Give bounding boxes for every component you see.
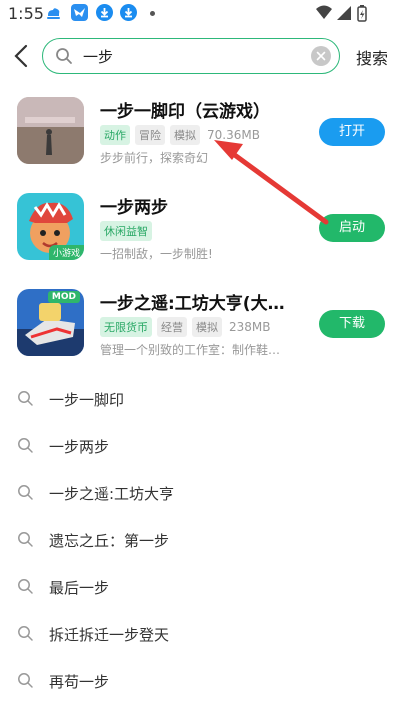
download-icon — [96, 4, 113, 21]
tag: 休闲益智 — [100, 221, 152, 241]
system-icons — [315, 4, 373, 26]
back-button[interactable] — [10, 42, 34, 70]
search-suggestions: 一步一脚印 一步两步 一步之遥:工坊大亨 遗忘之丘：第一步 最后一步 拆迁拆迁一… — [0, 378, 403, 707]
app-title[interactable]: 一步之遥:工坊大亨(大量… — [100, 289, 300, 314]
open-button[interactable]: 打开 — [319, 118, 385, 146]
app-size: 70.36MB — [207, 128, 260, 142]
app-title[interactable]: 一步一脚印（云游戏） — [100, 97, 270, 122]
suggestion-item[interactable]: 遗忘之丘：第一步 — [0, 519, 403, 566]
signal-icon — [337, 6, 351, 20]
suggestion-text: 拆迁拆迁一步登天 — [49, 626, 170, 644]
app-tags: 休闲益智 — [100, 221, 152, 241]
app-tags: 动作 冒险 模拟 70.36MB — [100, 125, 260, 145]
tag: 模拟 — [170, 125, 200, 145]
app-description: 步步前行，探索奇幻 — [100, 151, 209, 165]
tag: 经营 — [157, 317, 187, 337]
tag: 冒险 — [135, 125, 165, 145]
suggestion-item[interactable]: 再苟一步 — [0, 660, 403, 707]
app-result[interactable]: MOD 一步之遥:工坊大亨(大量… 无限货币 经营 模拟 238MB 管理一个别… — [0, 289, 403, 379]
search-icon — [17, 437, 34, 458]
status-time: 1:55 — [8, 4, 44, 23]
suggestion-text: 一步之遥:工坊大亨 — [49, 485, 175, 503]
mini-game-badge: 小游戏 — [48, 245, 84, 260]
suggestion-item[interactable]: 最后一步 — [0, 566, 403, 613]
battery-icon — [357, 5, 367, 22]
search-icon — [17, 625, 34, 646]
search-input[interactable]: 一步 — [42, 38, 340, 74]
app-tags: 无限货币 经营 模拟 238MB — [100, 317, 271, 337]
app-icon-yibuzhiyao: MOD — [17, 289, 84, 356]
search-icon — [17, 484, 34, 505]
suggestion-text: 一步两步 — [49, 438, 110, 456]
clear-search-button[interactable] — [311, 46, 331, 66]
cloud-app-icon — [45, 4, 62, 21]
launch-button[interactable]: 启动 — [319, 214, 385, 242]
app-icon-yibuyijiaoyin — [17, 97, 84, 164]
app-title[interactable]: 一步两步 — [100, 193, 168, 218]
search-icon — [17, 578, 34, 599]
download-button[interactable]: 下载 — [319, 310, 385, 338]
suggestion-text: 最后一步 — [49, 579, 110, 597]
tag: 无限货币 — [100, 317, 152, 337]
close-icon — [316, 51, 326, 61]
tag: 动作 — [100, 125, 130, 145]
app-description: 管理一个别致的工作室：制作鞋… — [100, 343, 281, 357]
search-icon — [55, 47, 73, 69]
search-icon — [17, 672, 34, 693]
app-description: 一招制敌，一步制胜! — [100, 247, 213, 261]
bird-app-icon — [71, 4, 88, 21]
download-icon — [120, 4, 137, 21]
tag: 模拟 — [192, 317, 222, 337]
app-icon-yibuliangbu: 小游戏 — [17, 193, 84, 260]
suggestion-item[interactable]: 拆迁拆迁一步登天 — [0, 613, 403, 660]
suggestion-text: 一步一脚印 — [49, 391, 125, 409]
app-size: 238MB — [229, 320, 271, 334]
suggestion-item[interactable]: 一步两步 — [0, 425, 403, 472]
chevron-left-icon — [14, 44, 28, 68]
suggestion-text: 再苟一步 — [49, 673, 110, 691]
app-result[interactable]: 小游戏 一步两步 休闲益智 一招制敌，一步制胜! 启动 — [0, 193, 403, 283]
app-result[interactable]: 一步一脚印（云游戏） 动作 冒险 模拟 70.36MB 步步前行，探索奇幻 打开 — [0, 97, 403, 187]
mod-badge: MOD — [47, 291, 80, 303]
search-icon — [17, 531, 34, 552]
search-submit-button[interactable]: 搜索 — [356, 45, 388, 69]
suggestion-text: 遗忘之丘：第一步 — [49, 532, 170, 550]
suggestion-item[interactable]: 一步一脚印 — [0, 378, 403, 425]
search-query[interactable]: 一步 — [83, 46, 113, 67]
suggestion-item[interactable]: 一步之遥:工坊大亨 — [0, 472, 403, 519]
notification-dot — [150, 11, 155, 16]
status-bar: 1:55 — [0, 0, 403, 30]
wifi-icon — [316, 5, 332, 19]
search-icon — [17, 390, 34, 411]
